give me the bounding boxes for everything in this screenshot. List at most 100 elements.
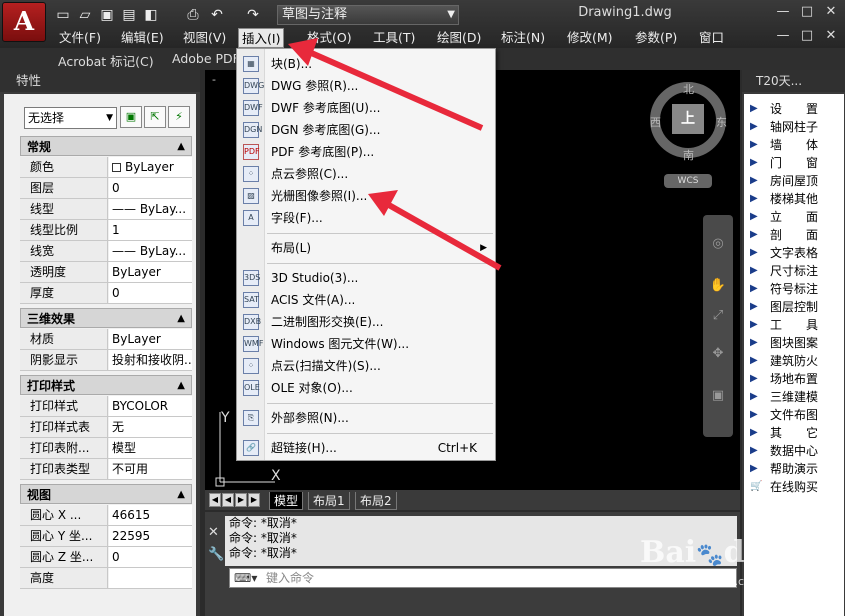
menu-item-point-cloud-ref[interactable]: ⁘ 点云参照(C)...	[237, 163, 495, 185]
compass-north[interactable]: 北	[683, 81, 694, 97]
menu-file[interactable]: 文件(F)	[56, 28, 104, 48]
viewcube-top-face[interactable]: 上	[672, 104, 704, 134]
menu-item-layout[interactable]: 布局(L) ▶	[237, 237, 495, 259]
section-3d-effects[interactable]: 三维效果 ▲	[20, 308, 192, 328]
compass-south[interactable]: 南	[683, 147, 694, 163]
menu-item-wmf[interactable]: WMF Windows 图元文件(W)...	[237, 333, 495, 355]
command-prompt-icon[interactable]: ⌨▾	[234, 569, 257, 587]
viewport-label[interactable]: -	[212, 73, 216, 86]
prop-row[interactable]: 打印表附... 模型	[20, 438, 192, 459]
t20-item[interactable]: ▶ 图层控制	[748, 298, 842, 316]
prop-row[interactable]: 图层 0	[20, 178, 192, 199]
save-icon[interactable]: ▣	[98, 6, 116, 24]
prop-row[interactable]: 线型比例 1	[20, 220, 192, 241]
orbit-icon[interactable]: ✥	[709, 345, 727, 363]
showmotion-icon[interactable]: ▣	[709, 387, 727, 405]
prop-row[interactable]: 高度	[20, 568, 192, 589]
menu-item-3d-studio[interactable]: 3DS 3D Studio(3)...	[237, 267, 495, 289]
print-icon[interactable]: ⎙	[184, 6, 202, 24]
quick-select-icon[interactable]: ⚡	[168, 106, 190, 128]
menu-item-dwg-reference[interactable]: DWG DWG 参照(R)...	[237, 75, 495, 97]
prop-row[interactable]: 圆心 Y 坐... 22595	[20, 526, 192, 547]
selection-dropdown[interactable]: 无选择 ▼	[24, 107, 117, 129]
next-tab-icon[interactable]: ▶	[235, 493, 247, 507]
application-menu-button[interactable]: A	[2, 2, 46, 42]
close-button[interactable]: ✕	[820, 3, 842, 21]
minimize-button[interactable]: —	[772, 3, 794, 21]
steering-wheel-icon[interactable]: ◎	[709, 235, 727, 253]
menu-modify[interactable]: 修改(M)	[564, 28, 616, 48]
wrench-icon[interactable]: 🔧	[208, 544, 224, 566]
workspace-switcher[interactable]: 草图与注释 ▼	[277, 5, 459, 25]
section-general[interactable]: 常规 ▲	[20, 136, 192, 156]
menu-tools[interactable]: 工具(T)	[370, 28, 418, 48]
t20-item[interactable]: ▶ 图块图案	[748, 334, 842, 352]
t20-item[interactable]: ▶ 尺寸标注	[748, 262, 842, 280]
tab-model[interactable]: 模型	[269, 492, 304, 510]
menu-draw[interactable]: 绘图(D)	[434, 28, 484, 48]
menu-parametric[interactable]: 参数(P)	[632, 28, 680, 48]
save-as-icon[interactable]: ▤	[120, 6, 138, 24]
pan-icon[interactable]: ✋	[709, 277, 727, 295]
wcs-menu[interactable]: WCS	[664, 174, 712, 188]
zoom-icon[interactable]: ⤢	[709, 307, 727, 325]
menu-item-external-references[interactable]: ⎘ 外部参照(N)...	[237, 407, 495, 429]
t20-item[interactable]: ▶ 符号标注	[748, 280, 842, 298]
menu-item-acis[interactable]: SAT ACIS 文件(A)...	[237, 289, 495, 311]
prop-row[interactable]: 线宽 —— ByLay...	[20, 241, 192, 262]
prop-row[interactable]: 打印样式表无	[20, 417, 192, 438]
compass-west[interactable]: 西	[650, 114, 661, 130]
t20-item[interactable]: ▶ 帮助演示	[748, 460, 842, 478]
prop-row[interactable]: 透明度 ByLayer	[20, 262, 192, 283]
menu-window[interactable]: 窗口(W)	[696, 28, 738, 65]
t20-item[interactable]: ▶ 建筑防火	[748, 352, 842, 370]
t20-item[interactable]: ▶ 三维建模	[748, 388, 842, 406]
t20-item[interactable]: ▶ 楼梯其他	[748, 190, 842, 208]
undo-icon[interactable]: ↶	[208, 6, 226, 24]
close-icon[interactable]: ✕	[208, 522, 224, 544]
menu-view[interactable]: 视图(V)	[180, 28, 229, 48]
open-file-icon[interactable]: ▱	[76, 6, 94, 24]
t20-item[interactable]: ▶ 数据中心	[748, 442, 842, 460]
menu-item-hyperlink[interactable]: 🔗 超链接(H)... Ctrl+K	[237, 437, 495, 459]
toggle-pickadd-icon[interactable]: ▣	[120, 106, 142, 128]
prop-row[interactable]: 线型 —— ByLay...	[20, 199, 192, 220]
last-tab-icon[interactable]: ▶	[248, 493, 260, 507]
prop-row[interactable]: 厚度 0	[20, 283, 192, 304]
section-plot-style[interactable]: 打印样式 ▲	[20, 375, 192, 395]
t20-item[interactable]: ▶ 工 具	[748, 316, 842, 334]
menu-dimension[interactable]: 标注(N)	[498, 28, 548, 48]
new-file-icon[interactable]: ▭	[54, 6, 72, 24]
t20-item[interactable]: ▶ 房间屋顶	[748, 172, 842, 190]
menu-insert[interactable]: 插入(I)	[238, 28, 285, 48]
prop-row[interactable]: 圆心 Z 坐... 0	[20, 547, 192, 568]
menu-format[interactable]: 格式(O)	[304, 28, 355, 48]
t20-item[interactable]: ▶ 文字表格	[748, 244, 842, 262]
redo-icon[interactable]: ↷	[244, 6, 262, 24]
t20-item[interactable]: ▶ 轴网柱子	[748, 118, 842, 136]
tab-layout1[interactable]: 布局1	[308, 492, 350, 510]
menu-item-raster-image[interactable]: ▨ 光栅图像参照(I)...	[237, 185, 495, 207]
menu-item-block[interactable]: ▦ 块(B)...	[237, 53, 495, 75]
doc-close-button[interactable]: ✕	[820, 27, 842, 45]
t20-item[interactable]: ▶ 立 面	[748, 208, 842, 226]
t20-item[interactable]: ▶ 剖 面	[748, 226, 842, 244]
prop-row[interactable]: 颜色 ByLayer	[20, 157, 192, 178]
doc-minimize-button[interactable]: —	[772, 27, 794, 45]
menu-item-dwf-underlay[interactable]: DWF DWF 参考底图(U)...	[237, 97, 495, 119]
plot-preview-icon[interactable]: ◧	[142, 6, 160, 24]
menu-acrobat[interactable]: Acrobat 标记(C)	[58, 51, 154, 70]
prop-row[interactable]: 打印表类型 不可用	[20, 459, 192, 480]
menu-adobe-pdf[interactable]: Adobe PDF	[172, 51, 240, 66]
menu-item-dgn-underlay[interactable]: DGN DGN 参考底图(G)...	[237, 119, 495, 141]
prop-row[interactable]: 材质 ByLayer	[20, 329, 192, 350]
doc-restore-button[interactable]: □	[796, 27, 818, 45]
t20-item[interactable]: ▶ 设 置	[748, 100, 842, 118]
menu-item-point-cloud-scan[interactable]: ⁘ 点云(扫描文件)(S)...	[237, 355, 495, 377]
first-tab-icon[interactable]: ◀	[209, 493, 221, 507]
prop-row[interactable]: 圆心 X ... 46615	[20, 505, 192, 526]
compass-east[interactable]: 东	[716, 114, 727, 130]
menu-item-binary-dxf[interactable]: DXB 二进制图形交换(E)...	[237, 311, 495, 333]
menu-item-ole-object[interactable]: OLE OLE 对象(O)...	[237, 377, 495, 399]
prop-row[interactable]: 阴影显示 投射和接收阴...	[20, 350, 192, 371]
